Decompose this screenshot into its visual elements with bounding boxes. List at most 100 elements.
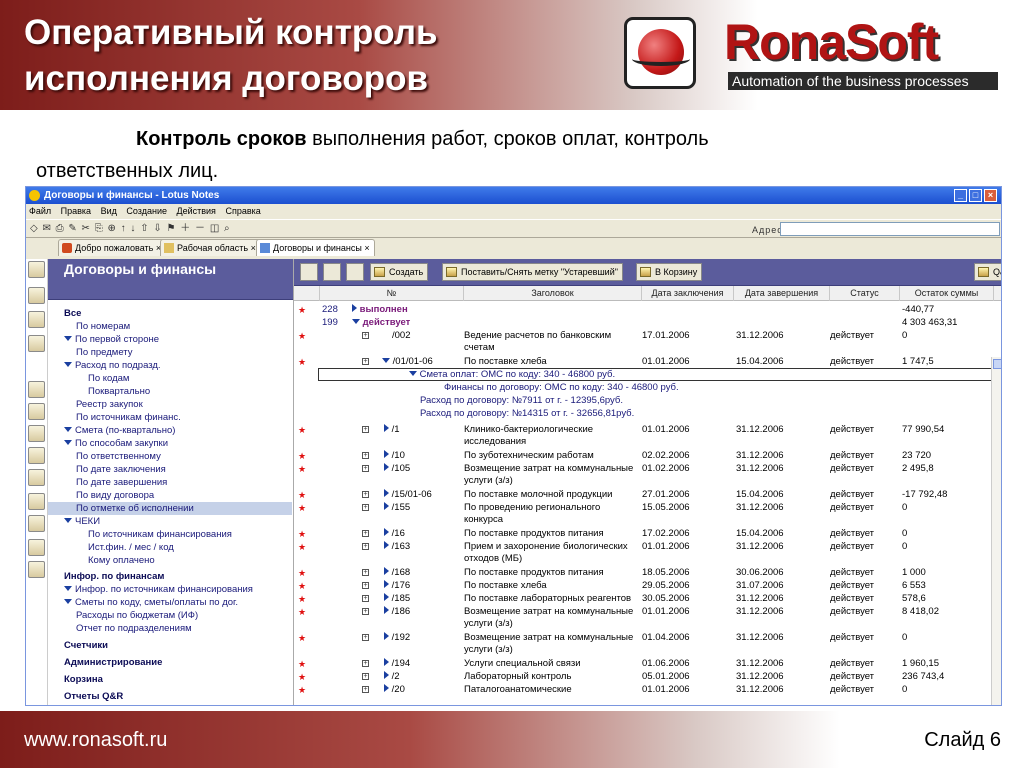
address-input[interactable] xyxy=(780,222,1000,236)
tab-welcome[interactable]: Добро пожаловать × xyxy=(58,239,167,256)
column-date-signed[interactable]: Дата заключения xyxy=(642,286,734,301)
table-row-selected[interactable]: Смета оплат: ОМС по коду: 340 - 46800 ру… xyxy=(318,368,1001,381)
up-arrow-icon[interactable] xyxy=(346,263,364,281)
tools-icon[interactable] xyxy=(28,539,45,556)
nav-item[interactable]: ЧЕКИ xyxy=(48,515,292,528)
nav-item[interactable]: По ответственному xyxy=(48,450,292,463)
star-icon: ★ xyxy=(298,464,307,474)
nav-item[interactable]: Кому оплачено xyxy=(48,554,292,567)
nav-item[interactable]: По первой стороне xyxy=(48,333,292,346)
tab-bar: Добро пожаловать × Рабочая область × Дог… xyxy=(26,238,1001,256)
expand-icon xyxy=(384,424,389,432)
plus-icon: + xyxy=(362,608,369,615)
slide-header: Оперативный контроль исполнения договоро… xyxy=(0,0,1024,110)
trash-icon xyxy=(640,267,651,277)
menu-view[interactable]: Вид xyxy=(101,206,117,216)
nav-item[interactable]: Администрирование xyxy=(48,656,292,669)
column-balance[interactable]: Остаток суммы xyxy=(900,286,994,301)
star-icon: ★ xyxy=(298,490,307,500)
menu-help[interactable]: Справка xyxy=(225,206,260,216)
star-icon: ★ xyxy=(298,581,307,591)
documents-icon[interactable] xyxy=(28,561,45,578)
nav-item-all[interactable]: Все xyxy=(48,307,292,320)
expand-icon xyxy=(352,304,357,312)
nav-item[interactable]: По дате завершения xyxy=(48,476,292,489)
contacts-icon[interactable] xyxy=(28,311,45,328)
folder-icon[interactable] xyxy=(28,447,45,464)
nav-item[interactable]: По способам закупки xyxy=(48,437,292,450)
window-title: Договоры и финансы - Lotus Notes xyxy=(44,190,220,201)
nav-item[interactable]: По источникам финанс. xyxy=(48,411,292,424)
tab-workspace[interactable]: Рабочая область × xyxy=(160,239,261,256)
qr-button[interactable]: Q&R xyxy=(974,263,1001,281)
column-status[interactable]: Статус xyxy=(830,286,900,301)
expand-icon xyxy=(384,567,389,575)
scroll-thumb[interactable] xyxy=(993,359,1001,369)
intro-bold: Контроль сроков xyxy=(136,128,307,150)
trash-button[interactable]: В Корзину xyxy=(636,263,703,281)
nav-item[interactable]: Расходы по бюджетам (ИФ) xyxy=(48,609,292,622)
nav-item[interactable]: Счетчики xyxy=(48,639,292,652)
maximize-icon[interactable]: □ xyxy=(969,189,982,202)
nav-item[interactable]: Отчеты Q&R xyxy=(48,690,292,703)
nav-item[interactable]: По кодам xyxy=(48,372,292,385)
nav-item[interactable]: Расход по подразд. xyxy=(48,359,292,372)
nav-item-selected[interactable]: По отметке об исполнении xyxy=(48,502,292,515)
nav-item[interactable]: По номерам xyxy=(48,320,292,333)
nav-item[interactable]: Смета (по-квартально) xyxy=(48,424,292,437)
nav-item[interactable]: Реестр закупок xyxy=(48,398,292,411)
home-icon xyxy=(62,243,72,253)
nav-item[interactable]: По источникам финансирования xyxy=(48,528,292,541)
brand-name: RonaSoft xyxy=(724,14,939,70)
internet-icon[interactable] xyxy=(28,515,45,532)
menu-file[interactable]: Файл xyxy=(29,206,51,216)
create-button[interactable]: Создать xyxy=(370,263,429,281)
nav-item[interactable]: Отчет по подразделениям xyxy=(48,622,292,635)
nav-item[interactable]: Инфор. по источникам финансирования xyxy=(48,583,292,596)
nav-item[interactable]: Поквартально xyxy=(48,385,292,398)
nav-item[interactable]: Ист.фин. / мес / код xyxy=(48,541,292,554)
calendar-icon[interactable] xyxy=(28,287,45,304)
menu-edit[interactable]: Правка xyxy=(61,206,91,216)
bookmark-bar xyxy=(26,259,48,705)
nav-item[interactable]: По дате заключения xyxy=(48,463,292,476)
replicator-icon[interactable] xyxy=(28,381,45,398)
collapse-icon[interactable] xyxy=(300,263,318,281)
column-flag xyxy=(294,286,320,301)
nav-item[interactable]: Корзина xyxy=(48,673,292,686)
close-icon[interactable]: × xyxy=(984,189,997,202)
minimize-icon[interactable]: _ xyxy=(954,189,967,202)
down-arrow-icon[interactable] xyxy=(323,263,341,281)
history-icon[interactable] xyxy=(28,493,45,510)
nav-item[interactable]: По предмету xyxy=(48,346,292,359)
databases-icon[interactable] xyxy=(28,425,45,442)
menu-create[interactable]: Создание xyxy=(126,206,167,216)
footer-url[interactable]: www.ronasoft.ru xyxy=(24,727,167,753)
expand-icon xyxy=(384,541,389,549)
mail-icon[interactable] xyxy=(28,261,45,278)
expand-icon xyxy=(64,518,72,523)
favorites-icon[interactable] xyxy=(28,403,45,420)
expand-icon xyxy=(64,427,72,432)
toolbar-icons[interactable]: ◇ ✉ ⎙ ✎ ✂ ⎘ ⊕ ↑ ↓ ⇧ ⇩ ⚑ ＋ － ◫ ⌕ xyxy=(30,223,231,234)
nav-item[interactable]: Инфор. по финансам xyxy=(48,570,292,583)
intro-line2: ответственных лиц. xyxy=(36,160,219,182)
plus-icon: + xyxy=(362,452,369,459)
vertical-scrollbar[interactable] xyxy=(991,357,1001,705)
workspace-icon xyxy=(164,243,174,253)
star-icon: ★ xyxy=(298,331,307,341)
tab-contracts[interactable]: Договоры и финансы × xyxy=(256,239,375,256)
mark-obsolete-button[interactable]: Поставить/Снять метку "Устаревший" xyxy=(442,263,623,281)
column-number[interactable]: № xyxy=(320,286,464,301)
intro-text: Контроль сроков выполнения работ, сроков… xyxy=(36,123,991,187)
column-title[interactable]: Заголовок xyxy=(464,286,642,301)
lotus-notes-window: Договоры и финансы - Lotus Notes _ □ × Ф… xyxy=(25,186,1002,706)
menu-actions[interactable]: Действия xyxy=(177,206,216,216)
column-date-end[interactable]: Дата завершения xyxy=(734,286,830,301)
nav-item[interactable]: По виду договора xyxy=(48,489,292,502)
star-icon: ★ xyxy=(298,542,307,552)
nav-item[interactable]: Сметы по коду, сметы/оплаты по дог. xyxy=(48,596,292,609)
todo-icon[interactable] xyxy=(28,335,45,352)
plus-icon: + xyxy=(362,465,369,472)
folder2-icon[interactable] xyxy=(28,469,45,486)
